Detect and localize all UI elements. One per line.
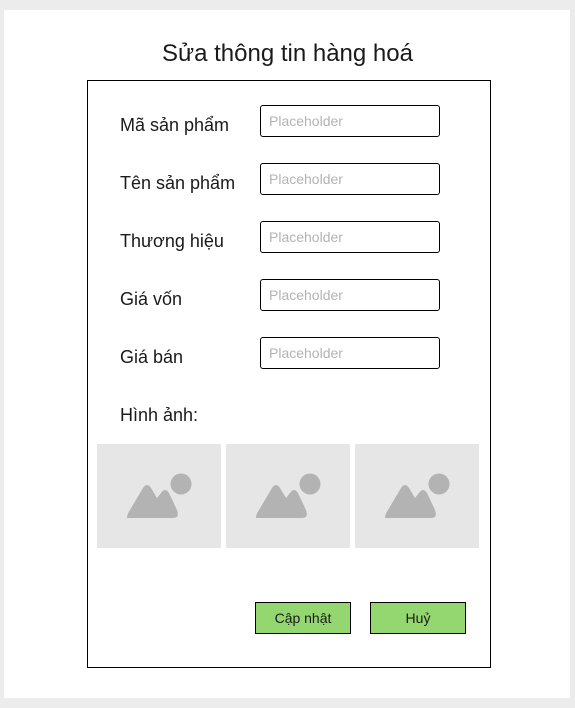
page-title: Sửa thông tin hàng hoá [162, 40, 413, 67]
product-name-label: Tên sản phẩm [120, 173, 236, 193]
sale-price-label: Giá bán [120, 347, 184, 367]
image-placeholder-icon [256, 473, 321, 518]
product-code-input[interactable] [260, 105, 440, 137]
image-slot-1[interactable] [97, 444, 221, 548]
brand-input[interactable] [260, 221, 440, 253]
image-placeholder-icon [385, 473, 450, 518]
cancel-button[interactable]: Huỷ [370, 602, 466, 634]
image-placeholder-icon [127, 473, 192, 518]
product-code-label: Mã sản phẩm [120, 115, 230, 135]
product-name-input[interactable] [260, 163, 440, 195]
image-slot-3[interactable] [355, 444, 479, 548]
cost-price-input[interactable] [260, 279, 440, 311]
cost-price-label: Giá vốn [120, 289, 183, 309]
update-button[interactable]: Cập nhật [255, 602, 351, 634]
images-label: Hình ảnh: [120, 405, 199, 425]
image-slot-2[interactable] [226, 444, 350, 548]
brand-label: Thương hiệu [120, 231, 224, 251]
sale-price-input[interactable] [260, 337, 440, 369]
